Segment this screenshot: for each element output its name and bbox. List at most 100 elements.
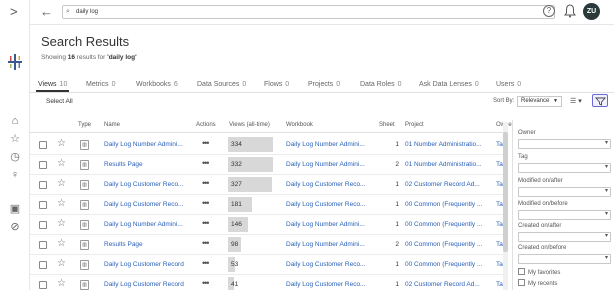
row-checkbox[interactable]: [39, 161, 47, 169]
table-row[interactable]: ☆ ▥ Daily Log Customer Record ••• 41 Daily Lo…: [30, 275, 508, 290]
owner-link[interactable]: Ta: [496, 141, 503, 148]
home-icon[interactable]: ⌂: [8, 114, 22, 128]
view-name-link[interactable]: Daily Log Number Admini...: [104, 141, 183, 148]
row-checkbox[interactable]: [39, 201, 47, 209]
owner-link[interactable]: Ta: [496, 181, 503, 188]
row-checkbox[interactable]: [39, 141, 47, 149]
workbook-link[interactable]: Daily Log Customer Reco...: [286, 261, 365, 268]
favorite-star-icon[interactable]: ☆: [57, 238, 66, 249]
project-link[interactable]: 02 Customer Record Ad...: [405, 181, 480, 188]
user-avatar[interactable]: ZU: [583, 3, 600, 20]
project-link[interactable]: 01 Number Administratio...: [405, 141, 482, 148]
back-arrow-icon[interactable]: ←: [40, 4, 53, 19]
table-row[interactable]: ☆ ▥ Results Page ••• 332 Daily Log Number Adm…: [30, 155, 508, 175]
select-all-button[interactable]: Select All: [46, 98, 73, 105]
tab-workbooks[interactable]: Workbooks 6: [136, 81, 178, 88]
tab-flows[interactable]: Flows 0: [264, 81, 289, 88]
help-icon[interactable]: ?: [543, 5, 555, 17]
tab-data-sources[interactable]: Data Sources 0: [197, 81, 246, 88]
workbook-link[interactable]: Daily Log Number Admini...: [286, 161, 365, 168]
more-actions-icon[interactable]: •••: [202, 218, 210, 228]
col-views[interactable]: Views (all-time): [229, 122, 270, 128]
more-actions-icon[interactable]: •••: [202, 258, 210, 268]
expand-nav-icon[interactable]: >: [10, 4, 18, 19]
favorite-star-icon[interactable]: ☆: [57, 278, 66, 289]
table-row[interactable]: ☆ ▥ Daily Log Customer Reco... ••• 327 Daily …: [30, 175, 508, 195]
explore-icon[interactable]: ⊘: [8, 220, 22, 234]
project-link[interactable]: 00 Common (Frequently ...: [405, 201, 482, 208]
favorite-star-icon[interactable]: ☆: [57, 258, 66, 269]
workbook-link[interactable]: Daily Log Number Admini...: [286, 221, 365, 228]
row-checkbox[interactable]: [39, 261, 47, 269]
col-workbook[interactable]: Workbook: [286, 122, 313, 128]
row-checkbox[interactable]: [39, 241, 47, 249]
tag-filter-select[interactable]: [518, 163, 611, 173]
col-sheet[interactable]: Sheet: [379, 122, 395, 128]
sort-select[interactable]: Relevance ▼: [517, 96, 562, 107]
workbook-link[interactable]: Daily Log Customer Reco...: [286, 281, 365, 288]
tab-projects[interactable]: Projects 0: [308, 81, 340, 88]
scrollbar-thumb[interactable]: [503, 132, 508, 252]
search-input[interactable]: ⌕ daily log: [62, 5, 555, 19]
project-link[interactable]: 02 Customer Record Ad...: [405, 281, 480, 288]
workbook-link[interactable]: Daily Log Customer Reco...: [286, 201, 365, 208]
created-before-field[interactable]: [518, 254, 611, 264]
row-checkbox[interactable]: [39, 181, 47, 189]
tab-views[interactable]: Views 10: [35, 81, 70, 92]
owner-link[interactable]: Ta: [496, 261, 503, 268]
table-row[interactable]: ☆ ▥ Daily Log Number Admini... ••• 146 Daily …: [30, 215, 508, 235]
col-project[interactable]: Project: [405, 122, 424, 128]
owner-link[interactable]: Ta: [496, 241, 503, 248]
workbook-link[interactable]: Daily Log Customer Reco...: [286, 181, 365, 188]
favorite-star-icon[interactable]: ☆: [57, 218, 66, 229]
favorite-star-icon[interactable]: ☆: [57, 198, 66, 209]
more-actions-icon[interactable]: •••: [202, 198, 210, 208]
view-name-link[interactable]: Daily Log Customer Record: [104, 261, 184, 268]
project-link[interactable]: 00 Common (Frequently ...: [405, 261, 482, 268]
recommendations-bulb-icon[interactable]: ♀: [8, 168, 22, 182]
recents-clock-icon[interactable]: ◷: [8, 150, 22, 164]
tab-users[interactable]: Users 0: [496, 81, 521, 88]
col-type[interactable]: Type: [78, 122, 91, 128]
col-name[interactable]: Name: [104, 122, 120, 128]
more-actions-icon[interactable]: •••: [202, 238, 210, 248]
workbook-link[interactable]: Daily Log Number Admini...: [286, 141, 365, 148]
view-name-link[interactable]: Daily Log Number Admini...: [104, 221, 183, 228]
view-name-link[interactable]: Daily Log Customer Reco...: [104, 181, 183, 188]
view-name-link[interactable]: Results Page: [104, 161, 143, 168]
collections-icon[interactable]: ▣: [8, 202, 22, 216]
more-actions-icon[interactable]: •••: [202, 138, 210, 148]
owner-link[interactable]: Ta: [496, 281, 503, 288]
tab-metrics[interactable]: Metrics 0: [86, 81, 115, 88]
owner-filter-select[interactable]: [518, 139, 611, 149]
owner-link[interactable]: Ta: [496, 161, 503, 168]
row-checkbox[interactable]: [39, 281, 47, 289]
tab-data-roles[interactable]: Data Roles 0: [360, 81, 402, 88]
table-row[interactable]: ☆ ▥ Daily Log Customer Record ••• 53 Daily Lo…: [30, 255, 508, 275]
bell-icon[interactable]: [564, 4, 576, 18]
my-favorites-checkbox[interactable]: My favorites: [518, 268, 560, 276]
table-row[interactable]: ☆ ▥ Daily Log Customer Reco... ••• 181 Daily …: [30, 195, 508, 215]
view-name-link[interactable]: Results Page: [104, 241, 143, 248]
created-after-field[interactable]: [518, 232, 611, 242]
modified-before-field[interactable]: [518, 210, 611, 220]
favorite-star-icon[interactable]: ☆: [57, 138, 66, 149]
workbook-link[interactable]: Daily Log Number Admini...: [286, 241, 365, 248]
table-scrollbar[interactable]: [503, 122, 508, 290]
view-name-link[interactable]: Daily Log Customer Record: [104, 281, 184, 288]
project-link[interactable]: 00 Common (Frequently ...: [405, 241, 482, 248]
more-actions-icon[interactable]: •••: [202, 158, 210, 168]
filter-toggle-button[interactable]: [592, 94, 608, 107]
row-checkbox[interactable]: [39, 221, 47, 229]
more-actions-icon[interactable]: •••: [202, 178, 210, 188]
favorite-star-icon[interactable]: ☆: [57, 158, 66, 169]
my-recents-checkbox[interactable]: My recents: [518, 279, 557, 287]
list-view-toggle[interactable]: ☰ ▾: [570, 97, 582, 105]
project-link[interactable]: 00 Common (Frequently ...: [405, 221, 482, 228]
table-row[interactable]: ☆ ▥ Daily Log Number Admini... ••• 334 Daily …: [30, 135, 508, 155]
table-row[interactable]: ☆ ▥ Results Page ••• 98 Daily Log Number Admi…: [30, 235, 508, 255]
view-name-link[interactable]: Daily Log Customer Reco...: [104, 201, 183, 208]
more-actions-icon[interactable]: •••: [202, 278, 210, 288]
favorite-star-icon[interactable]: ☆: [57, 178, 66, 189]
tab-ask-data-lenses[interactable]: Ask Data Lenses 0: [419, 81, 479, 88]
